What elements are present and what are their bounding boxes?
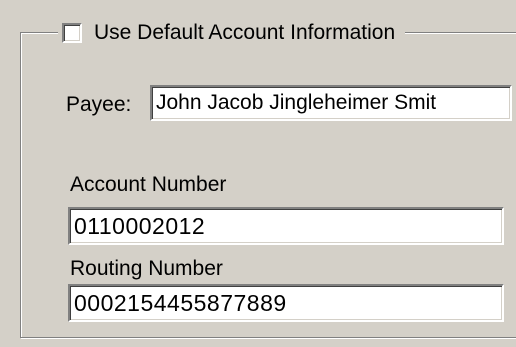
account-number-field[interactable] xyxy=(68,207,504,245)
use-default-account-label[interactable]: Use Default Account Information xyxy=(94,18,395,48)
payee-label: Payee: xyxy=(66,93,132,116)
use-default-account-checkbox[interactable] xyxy=(62,23,82,43)
account-number-label: Account Number xyxy=(70,173,227,196)
routing-number-label: Routing Number xyxy=(70,257,223,280)
routing-number-field[interactable] xyxy=(68,284,504,322)
account-info-panel: Use Default Account Information Payee: A… xyxy=(0,0,516,347)
payee-field[interactable] xyxy=(150,85,512,121)
groupbox-header: Use Default Account Information xyxy=(58,18,406,48)
